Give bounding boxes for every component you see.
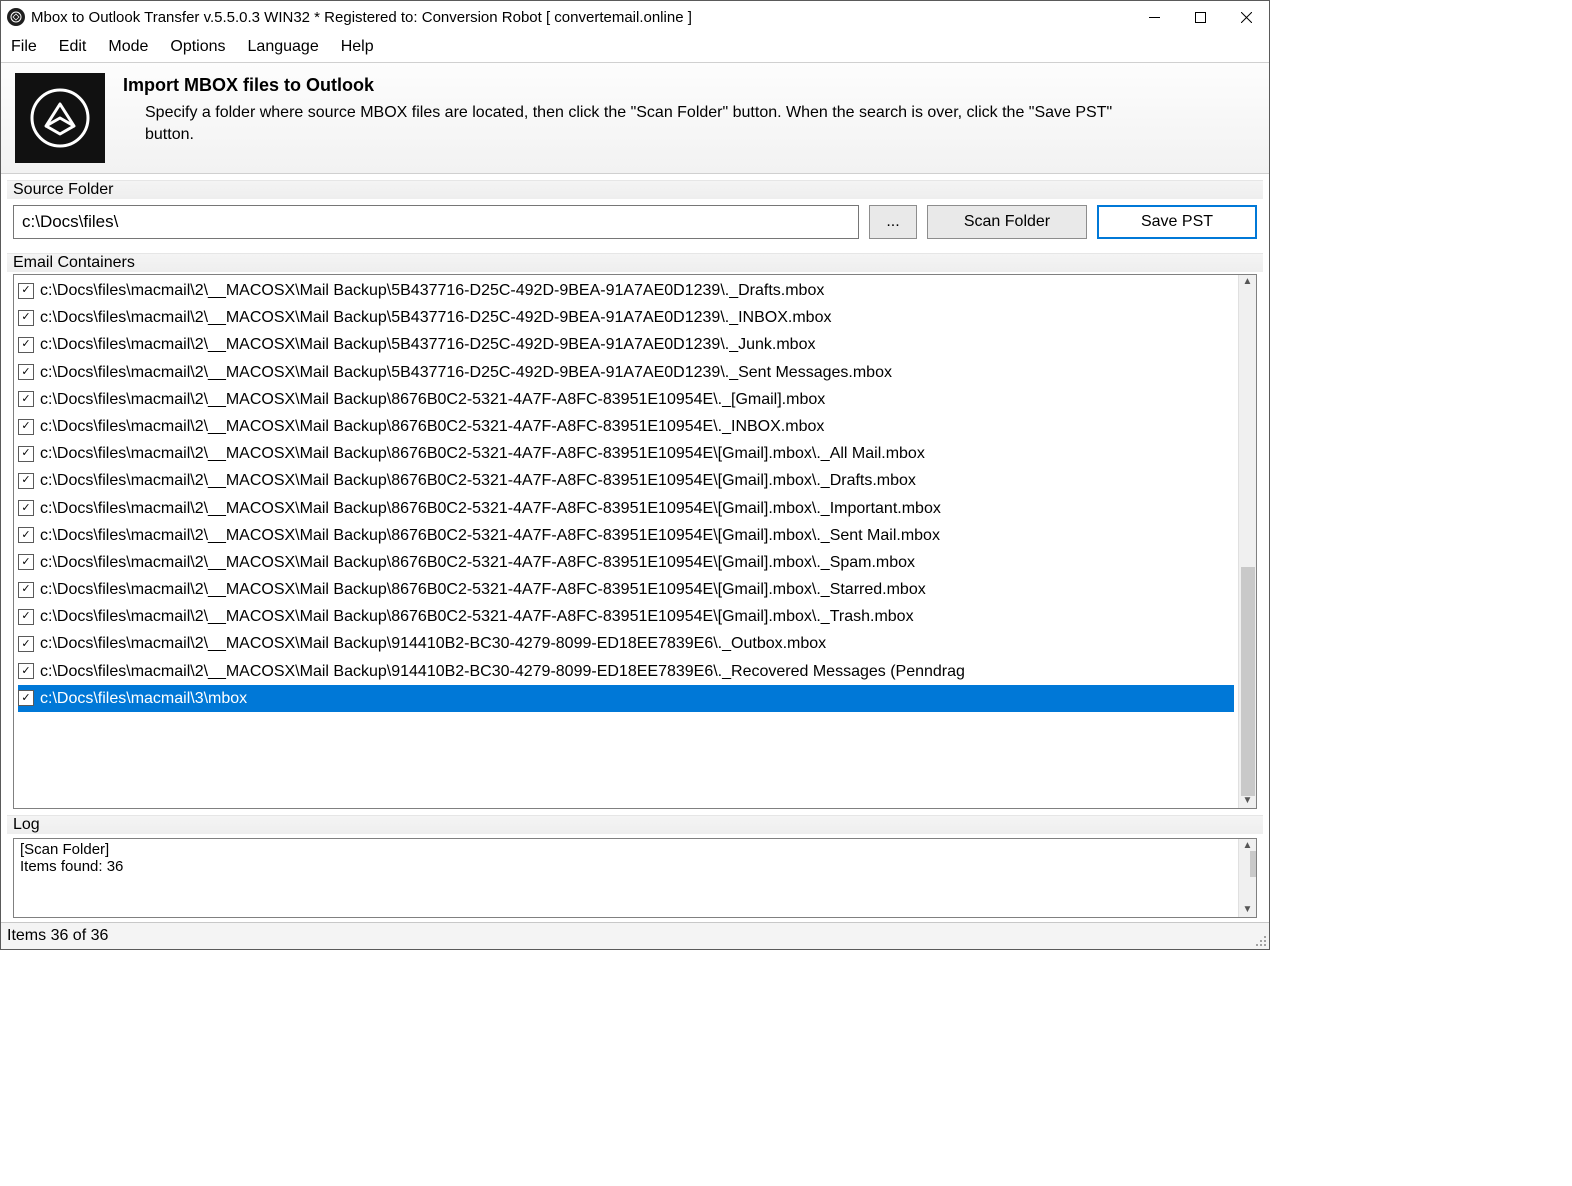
menu-language[interactable]: Language xyxy=(248,38,319,56)
scroll-down-icon[interactable]: ▼ xyxy=(1243,796,1253,806)
log-group-label: Log xyxy=(7,815,1263,834)
checkbox[interactable] xyxy=(18,364,34,380)
checkbox[interactable] xyxy=(18,473,34,489)
checkbox[interactable] xyxy=(18,554,34,570)
list-item[interactable]: c:\Docs\files\macmail\2\__MACOSX\Mail Ba… xyxy=(18,277,1234,304)
checkbox[interactable] xyxy=(18,446,34,462)
containers-group: Email Containers c:\Docs\files\macmail\2… xyxy=(7,253,1263,809)
checkbox[interactable] xyxy=(18,500,34,516)
source-group: Source Folder ... Scan Folder Save PST xyxy=(7,180,1263,247)
menu-options[interactable]: Options xyxy=(170,38,225,56)
list-item[interactable]: c:\Docs\files\macmail\2\__MACOSX\Mail Ba… xyxy=(18,331,1234,358)
list-item-label: c:\Docs\files\macmail\2\__MACOSX\Mail Ba… xyxy=(40,549,915,576)
email-containers-list[interactable]: c:\Docs\files\macmail\2\__MACOSX\Mail Ba… xyxy=(13,274,1257,809)
checkbox[interactable] xyxy=(18,310,34,326)
list-item-label: c:\Docs\files\macmail\2\__MACOSX\Mail Ba… xyxy=(40,522,940,549)
status-text: Items 36 of 36 xyxy=(7,927,108,945)
checkbox[interactable] xyxy=(18,283,34,299)
menu-file[interactable]: File xyxy=(11,38,37,56)
save-pst-button[interactable]: Save PST xyxy=(1097,205,1257,239)
list-item-label: c:\Docs\files\macmail\2\__MACOSX\Mail Ba… xyxy=(40,331,815,358)
menu-mode[interactable]: Mode xyxy=(108,38,148,56)
list-item[interactable]: c:\Docs\files\macmail\2\__MACOSX\Mail Ba… xyxy=(18,576,1234,603)
scan-folder-button[interactable]: Scan Folder xyxy=(927,205,1087,239)
list-item-label: c:\Docs\files\macmail\2\__MACOSX\Mail Ba… xyxy=(40,304,831,331)
scroll-up-icon[interactable]: ▲ xyxy=(1243,841,1253,851)
window-title: Mbox to Outlook Transfer v.5.5.0.3 WIN32… xyxy=(31,9,1131,26)
list-item[interactable]: c:\Docs\files\macmail\2\__MACOSX\Mail Ba… xyxy=(18,630,1234,657)
log-text: [Scan Folder] Items found: 36 xyxy=(14,839,1238,917)
checkbox[interactable] xyxy=(18,663,34,679)
header-panel: Import MBOX files to Outlook Specify a f… xyxy=(1,62,1269,174)
close-button[interactable] xyxy=(1223,1,1269,33)
resize-grip-icon[interactable] xyxy=(1253,933,1267,947)
maximize-button[interactable] xyxy=(1177,1,1223,33)
list-item[interactable]: c:\Docs\files\macmail\2\__MACOSX\Mail Ba… xyxy=(18,522,1234,549)
statusbar: Items 36 of 36 xyxy=(1,922,1269,949)
app-icon xyxy=(7,8,25,26)
list-item-label: c:\Docs\files\macmail\2\__MACOSX\Mail Ba… xyxy=(40,440,925,467)
list-item[interactable]: c:\Docs\files\macmail\2\__MACOSX\Mail Ba… xyxy=(18,549,1234,576)
minimize-button[interactable] xyxy=(1131,1,1177,33)
scroll-down-icon[interactable]: ▼ xyxy=(1243,905,1253,915)
list-item-label: c:\Docs\files\macmail\2\__MACOSX\Mail Ba… xyxy=(40,658,965,685)
list-item[interactable]: c:\Docs\files\macmail\2\__MACOSX\Mail Ba… xyxy=(18,304,1234,331)
checkbox[interactable] xyxy=(18,527,34,543)
menu-edit[interactable]: Edit xyxy=(59,38,87,56)
list-item[interactable]: c:\Docs\files\macmail\2\__MACOSX\Mail Ba… xyxy=(18,440,1234,467)
list-item[interactable]: c:\Docs\files\macmail\2\__MACOSX\Mail Ba… xyxy=(18,467,1234,494)
list-item[interactable]: c:\Docs\files\macmail\2\__MACOSX\Mail Ba… xyxy=(18,359,1234,386)
menu-help[interactable]: Help xyxy=(341,38,374,56)
list-item-label: c:\Docs\files\macmail\3\mbox xyxy=(40,685,247,712)
list-item-label: c:\Docs\files\macmail\2\__MACOSX\Mail Ba… xyxy=(40,386,825,413)
app-logo xyxy=(15,73,105,163)
header-text: Import MBOX files to Outlook Specify a f… xyxy=(123,73,1155,163)
list-item-label: c:\Docs\files\macmail\2\__MACOSX\Mail Ba… xyxy=(40,277,824,304)
scroll-thumb[interactable] xyxy=(1241,567,1255,796)
list-item[interactable]: c:\Docs\files\macmail\3\mbox xyxy=(18,685,1234,712)
source-path-input[interactable] xyxy=(13,205,859,239)
checkbox[interactable] xyxy=(18,391,34,407)
list-item-label: c:\Docs\files\macmail\2\__MACOSX\Mail Ba… xyxy=(40,630,826,657)
checkbox[interactable] xyxy=(18,582,34,598)
list-item-label: c:\Docs\files\macmail\2\__MACOSX\Mail Ba… xyxy=(40,359,892,386)
containers-group-label: Email Containers xyxy=(7,253,1263,272)
log-group: Log [Scan Folder] Items found: 36 ▲ ▼ xyxy=(7,815,1263,918)
checkbox[interactable] xyxy=(18,690,34,706)
checkbox[interactable] xyxy=(18,337,34,353)
checkbox[interactable] xyxy=(18,419,34,435)
titlebar: Mbox to Outlook Transfer v.5.5.0.3 WIN32… xyxy=(1,1,1269,33)
containers-scrollbar[interactable]: ▲ ▼ xyxy=(1238,275,1256,808)
app-window: Mbox to Outlook Transfer v.5.5.0.3 WIN32… xyxy=(0,0,1270,950)
menubar: File Edit Mode Options Language Help xyxy=(1,33,1269,62)
log-pane[interactable]: [Scan Folder] Items found: 36 ▲ ▼ xyxy=(13,838,1257,918)
list-item[interactable]: c:\Docs\files\macmail\2\__MACOSX\Mail Ba… xyxy=(18,603,1234,630)
list-item-label: c:\Docs\files\macmail\2\__MACOSX\Mail Ba… xyxy=(40,603,914,630)
checkbox[interactable] xyxy=(18,609,34,625)
log-scrollbar[interactable]: ▲ ▼ xyxy=(1238,839,1256,917)
header-title: Import MBOX files to Outlook xyxy=(123,75,1155,96)
list-item-label: c:\Docs\files\macmail\2\__MACOSX\Mail Ba… xyxy=(40,576,926,603)
list-item[interactable]: c:\Docs\files\macmail\2\__MACOSX\Mail Ba… xyxy=(18,495,1234,522)
list-item-label: c:\Docs\files\macmail\2\__MACOSX\Mail Ba… xyxy=(40,495,941,522)
list-item[interactable]: c:\Docs\files\macmail\2\__MACOSX\Mail Ba… xyxy=(18,386,1234,413)
list-item[interactable]: c:\Docs\files\macmail\2\__MACOSX\Mail Ba… xyxy=(18,658,1234,685)
browse-button[interactable]: ... xyxy=(869,205,917,239)
checkbox[interactable] xyxy=(18,636,34,652)
list-item-label: c:\Docs\files\macmail\2\__MACOSX\Mail Ba… xyxy=(40,413,824,440)
list-item-label: c:\Docs\files\macmail\2\__MACOSX\Mail Ba… xyxy=(40,467,916,494)
header-description: Specify a folder where source MBOX files… xyxy=(145,102,1155,145)
scroll-thumb[interactable] xyxy=(1250,851,1258,877)
source-group-label: Source Folder xyxy=(7,180,1263,199)
list-item[interactable]: c:\Docs\files\macmail\2\__MACOSX\Mail Ba… xyxy=(18,413,1234,440)
scroll-up-icon[interactable]: ▲ xyxy=(1243,277,1253,287)
window-controls xyxy=(1131,1,1269,33)
